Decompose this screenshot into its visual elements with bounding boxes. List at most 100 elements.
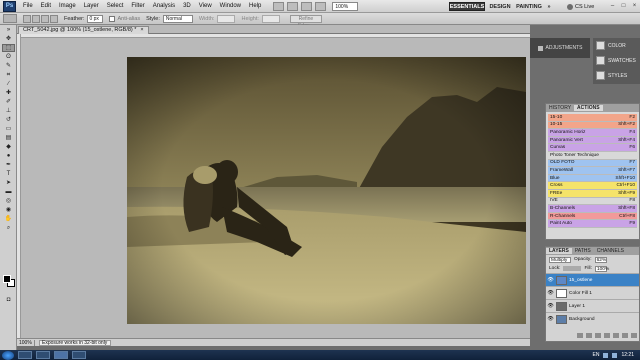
action-item[interactable]: B-Channels Shft+F8 [548,205,637,213]
eye-icon[interactable]: 👁 [547,277,554,284]
quick-mask-icon[interactable]: ◘ [2,296,15,304]
feather-input[interactable]: 0 px [87,14,104,23]
toolbox-collapse-icon[interactable]: » [2,26,15,34]
eraser-tool-icon[interactable]: ▭ [2,125,15,133]
eyedropper-tool-icon[interactable]: ∕ [2,80,15,88]
zoom-tool-icon[interactable]: ⌕ [2,224,15,232]
opacity-input[interactable]: 62% [594,256,607,263]
menu-help[interactable]: Help [245,3,265,9]
volume-icon[interactable] [612,352,618,358]
close-button[interactable]: × [630,2,639,10]
3d-rotate-icon[interactable]: ◎ [2,197,15,205]
tab-channels[interactable]: CHANNELS [594,248,627,254]
blur-tool-icon[interactable]: ◆ [2,143,15,151]
new-adjustment-icon[interactable] [604,333,610,338]
action-item[interactable]: Curvas F6 [548,144,637,152]
workspace-more-button[interactable]: » [545,2,553,11]
menu-window[interactable]: Window [216,3,245,9]
layer-row[interactable]: 👁 Color Fill 1 [546,286,639,299]
action-item[interactable]: 15-10 F2 [548,114,637,122]
workspace-design-button[interactable]: DESIGN [488,2,512,11]
action-item[interactable]: OLD FOTO F7 [548,159,637,168]
layer-name[interactable]: Background [569,317,595,322]
action-item[interactable]: Photo Toner Technique [548,151,637,160]
menu-image[interactable]: Image [55,3,80,9]
maximize-button[interactable]: □ [619,2,628,10]
color-panel-button[interactable]: COLOR [593,38,640,53]
action-item[interactable]: 10-15 Shft+F2 [548,121,637,130]
action-item[interactable]: Paint Auto F9 [548,220,637,228]
marquee-tool-icon[interactable]: ⬚ [2,44,15,52]
foreground-color-swatch[interactable] [3,275,11,283]
refine-edge-button[interactable]: Refine Edge... [289,14,322,29]
adjustments-panel-tab[interactable]: ADJUSTMENTS [530,38,590,58]
taskbar-explorer-icon[interactable] [18,351,32,359]
document-tab[interactable]: CRT_5042.jpg @ 100% (15_ostlene, RGB/8) … [18,26,149,34]
style-select[interactable]: Normal [162,14,193,23]
quick-select-tool-icon[interactable]: ✎ [2,62,15,70]
lock-icons[interactable] [563,266,582,271]
eye-icon[interactable]: 👁 [547,290,554,297]
start-button[interactable] [2,350,14,360]
tab-actions[interactable]: ACTIONS [574,105,603,111]
add-selection-icon[interactable] [32,14,40,23]
mini-bridge-icon[interactable] [287,1,299,11]
height-input[interactable] [261,14,280,23]
tool-preset-picker[interactable] [3,14,17,23]
workspace-painting-button[interactable]: PAINTING [515,2,543,11]
workspace-essentials-button[interactable]: ESSENTIALS [449,2,485,11]
fill-input[interactable]: 100% [594,265,609,272]
clone-stamp-icon[interactable]: ⊥ [2,107,15,115]
menu-filter[interactable]: Filter [127,3,148,9]
layer-name[interactable]: Layer 1 [569,304,585,309]
lasso-tool-icon[interactable]: ʘ [2,53,15,61]
taskbar-photoshop-icon[interactable] [54,351,68,359]
layer-row[interactable]: 👁 Layer 1 [546,299,639,312]
type-tool-icon[interactable]: T [2,170,15,178]
layer-row[interactable]: 👁 15_ostlene [546,273,639,286]
menu-analysis[interactable]: Analysis [149,3,179,9]
zoom-level-box[interactable]: 100% [332,1,359,11]
layer-name[interactable]: 15_ostlene [569,278,592,283]
dodge-tool-icon[interactable]: ● [2,152,15,160]
document-tab-close-icon[interactable]: × [140,27,143,34]
new-layer-icon[interactable] [622,333,628,338]
menu-edit[interactable]: Edit [37,3,55,9]
cs-live-button[interactable]: CS Live [567,2,594,11]
link-layers-icon[interactable] [577,333,583,338]
crop-tool-icon[interactable]: ⌗ [2,71,15,79]
pen-tool-icon[interactable]: ✒ [2,161,15,169]
eye-icon[interactable]: 👁 [547,303,554,310]
antialias-checkbox[interactable] [109,15,116,22]
taskbar-browser-icon[interactable] [36,351,50,359]
menu-view[interactable]: View [195,3,216,9]
taskbar-app-icon[interactable] [72,351,86,359]
action-item[interactable]: FREe Shft+F9 [548,189,637,198]
hand-tool-icon[interactable]: ✋ [2,215,15,223]
eye-icon[interactable]: 👁 [547,316,554,323]
action-item[interactable]: Panoramic Horiz F4 [548,129,637,137]
path-select-icon[interactable]: ➤ [2,179,15,187]
document-image[interactable] [127,57,526,324]
layer-style-icon[interactable] [586,333,592,338]
bridge-icon[interactable] [273,1,285,11]
new-group-icon[interactable] [613,333,619,338]
subtract-selection-icon[interactable] [41,14,49,23]
styles-panel-button[interactable]: STYLES [593,68,640,83]
gradient-tool-icon[interactable]: ▤ [2,134,15,142]
shape-tool-icon[interactable]: ▬ [2,188,15,196]
menu-file[interactable]: File [19,3,37,9]
language-indicator[interactable]: EN [593,352,600,358]
swatches-panel-button[interactable]: SWATCHES [593,53,640,68]
new-selection-icon[interactable] [23,14,31,23]
action-item[interactable]: IVE F8 [548,197,637,206]
tab-layers[interactable]: LAYERS [546,248,572,254]
blend-mode-select[interactable]: Multiply [549,256,571,263]
menu-3d[interactable]: 3D [179,3,195,9]
action-item[interactable]: Panoramic Vert Shft+F4 [548,136,637,145]
hand-tool-icon[interactable] [301,1,313,11]
menu-select[interactable]: Select [103,3,128,9]
layer-row[interactable]: 👁 Background [546,312,639,325]
move-tool-icon[interactable]: ✥ [2,35,15,43]
action-item[interactable]: Blue Shft+F10 [548,174,637,183]
